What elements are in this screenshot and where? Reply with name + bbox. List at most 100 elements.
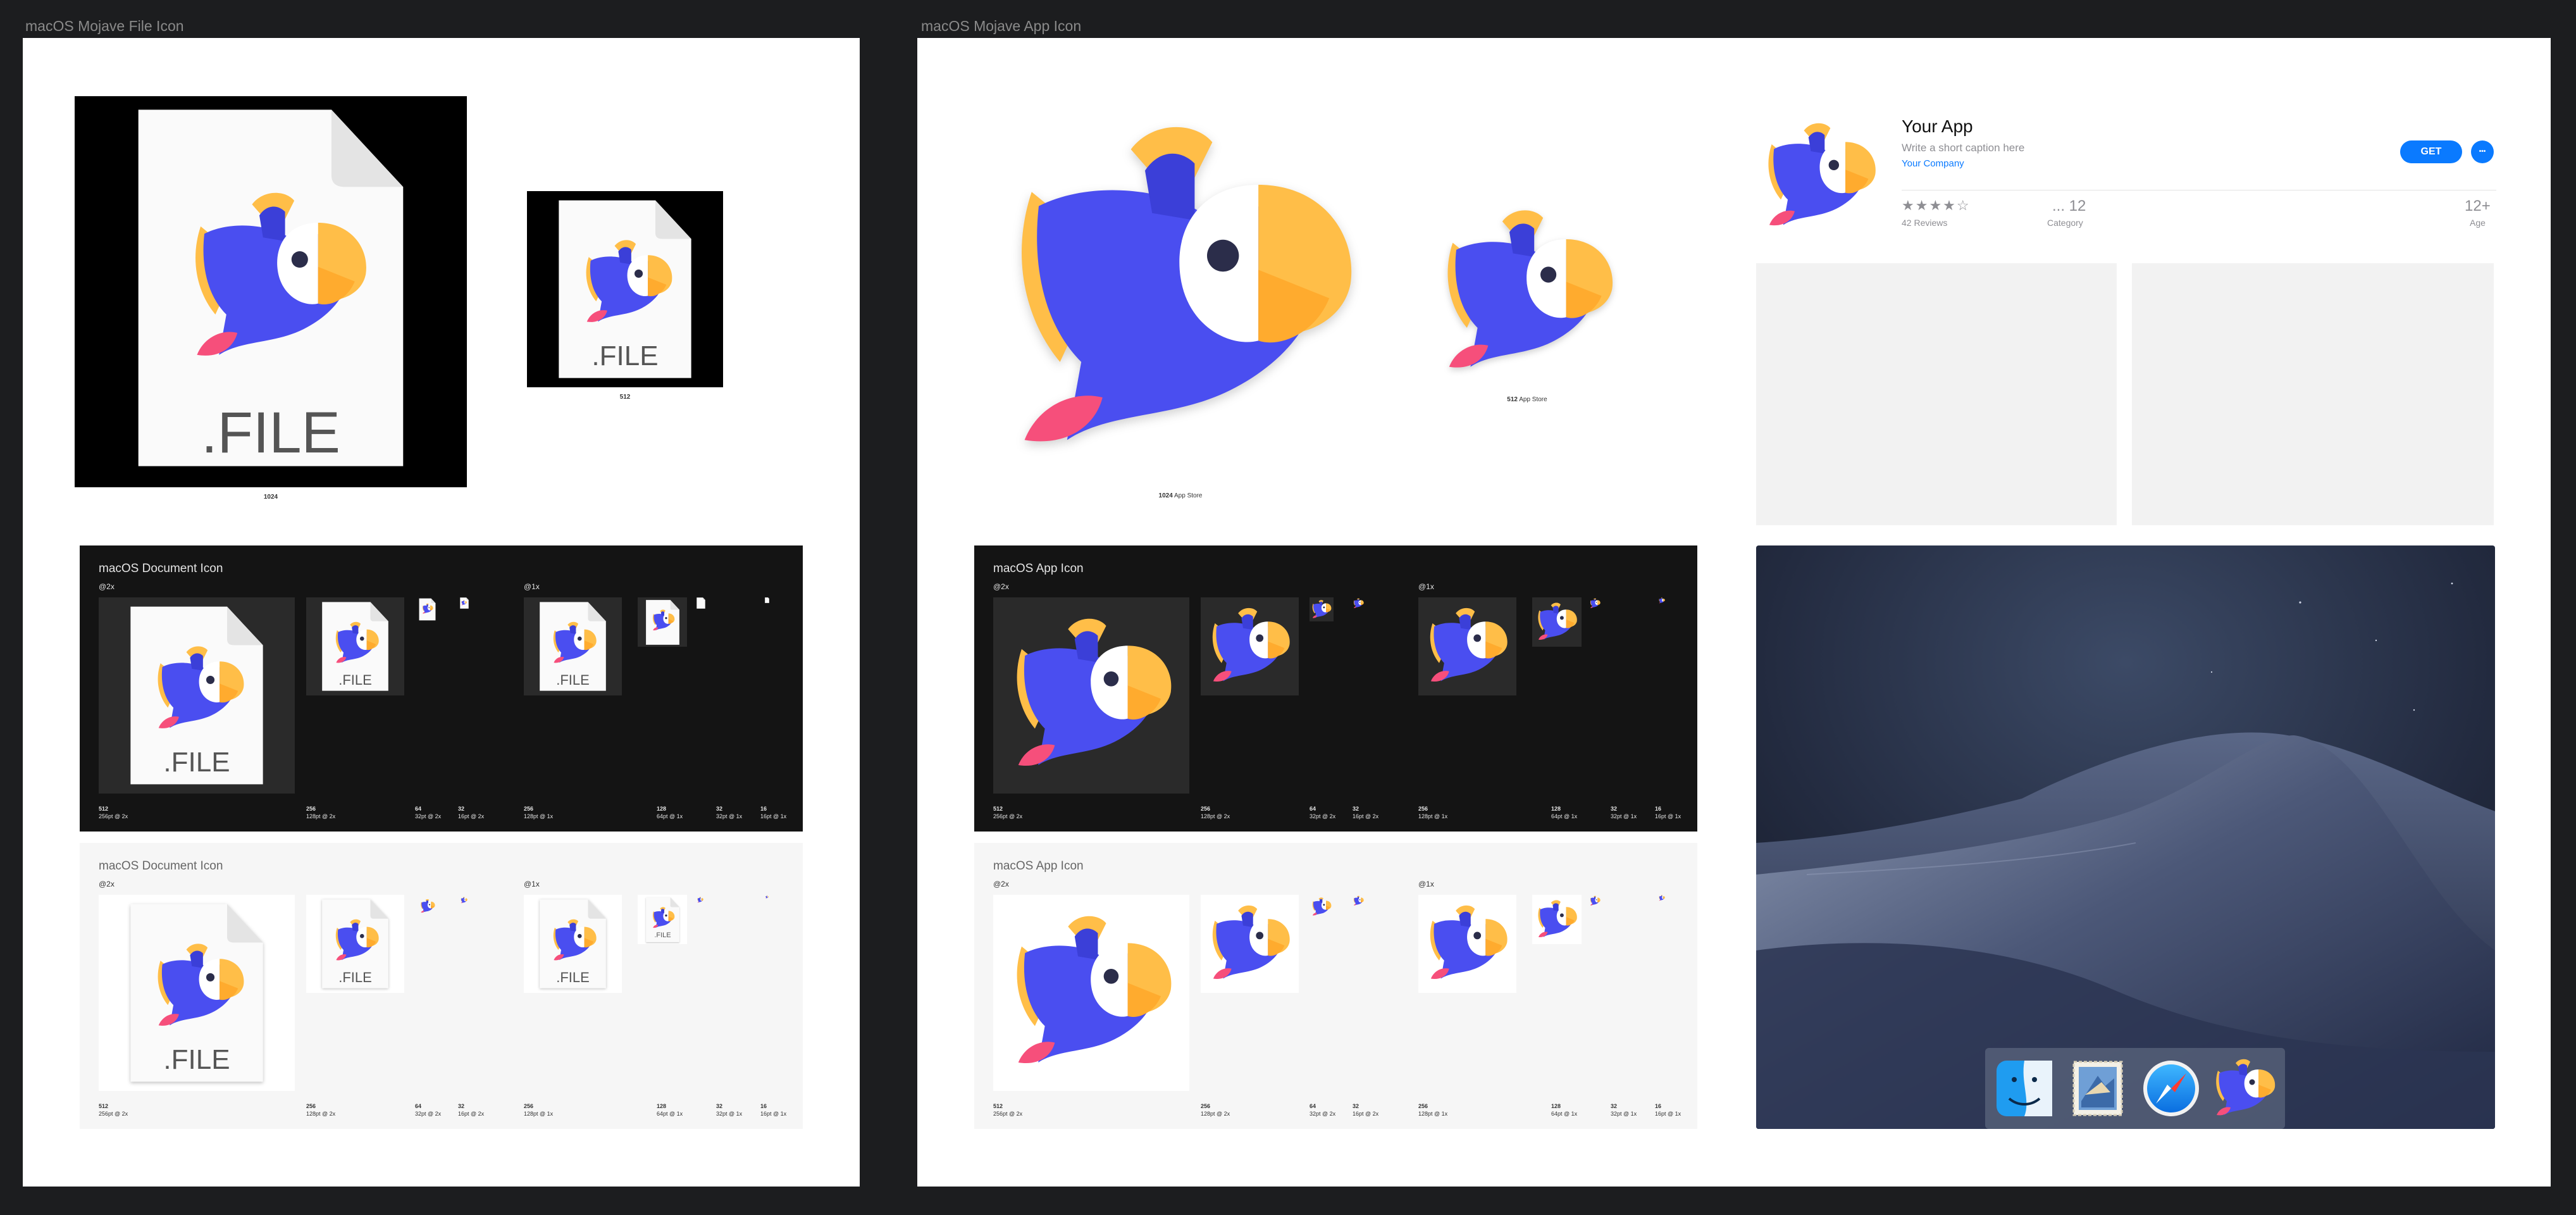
scale-label-2x: @2x [993, 582, 1009, 591]
file-extension-label: .FILE [163, 1044, 230, 1075]
scale-label-2x: @2x [99, 582, 115, 591]
tile-label: 32 32pt @ 1x [1611, 1103, 1637, 1117]
tile-label: 32 16pt @ 2x [458, 1103, 485, 1117]
age-label: Age [2470, 218, 2486, 228]
app-tile-32 [1353, 597, 1365, 609]
app-tile-32-1x [1589, 597, 1601, 609]
doc-tile-256: .FILE [306, 895, 404, 993]
parrot-icon [153, 940, 245, 1033]
parrot-icon [461, 897, 468, 904]
app-tile-32-1x [1589, 895, 1601, 907]
artboard-app-icon: 1024 App Store 512 App Store Your App Wr… [917, 38, 2551, 1187]
parrot-icon [1426, 605, 1509, 688]
parrot-icon [333, 918, 380, 964]
app-store-icon [1762, 119, 1878, 234]
doc-tile-256-1x: .FILE [524, 597, 622, 695]
scale-label-2x: @2x [99, 880, 115, 888]
parrot-icon [1003, 114, 1358, 468]
tile-label: 16 16pt @ 1x [1655, 1103, 1681, 1117]
scale-label-1x: @1x [1418, 880, 1434, 888]
screenshot-placeholder-2 [2132, 263, 2494, 525]
tile-label: 64 32pt @ 2x [415, 806, 442, 819]
scale-label-1x: @1x [1418, 582, 1434, 591]
mail-stamp-icon[interactable] [2066, 1057, 2129, 1120]
get-button[interactable]: GET [2400, 140, 2462, 163]
parrot-icon [333, 620, 380, 666]
file-extension-label: .FILE [654, 932, 671, 939]
doc-tile-512: .FILE [99, 895, 295, 1091]
tile-label: 32 16pt @ 2x [1353, 1103, 1379, 1117]
app-tile-256-1x [1418, 597, 1516, 695]
screenshot-placeholder-1 [1756, 263, 2117, 525]
app-tile-64 [1310, 597, 1334, 621]
parrot-icon [765, 895, 769, 899]
age-value: 12+ [2465, 197, 2491, 215]
doc-tile-256-1x: .FILE [524, 895, 622, 993]
parrot-icon [1536, 899, 1578, 940]
tile-label: 32 32pt @ 1x [716, 1103, 743, 1117]
doc-tile-32 [458, 895, 470, 907]
tile-label: 256 128pt @ 2x [1201, 806, 1230, 819]
doc-tile-512: .FILE [99, 597, 295, 794]
panel-title: macOS Document Icon [99, 859, 223, 873]
parrot-app-icon[interactable] [2213, 1057, 2276, 1120]
parrot-icon [551, 620, 597, 666]
tile-label: 256 128pt @ 1x [524, 806, 554, 819]
doc-tile-128-1x [638, 597, 687, 647]
app-company-link[interactable]: Your Company [1902, 158, 1964, 169]
app-tile-16-1x [1659, 895, 1665, 901]
doc-tile-64 [415, 895, 439, 919]
tile-label: 64 32pt @ 2x [1310, 1103, 1336, 1117]
tile-label: 256 128pt @ 2x [306, 806, 336, 819]
file-hero-large-caption: 1024 [263, 494, 278, 501]
file-extension-label: .FILE [201, 401, 340, 465]
app-tile-256 [1201, 895, 1299, 993]
tile-label: 32 32pt @ 1x [1611, 806, 1637, 819]
doc-tile-32 [458, 597, 470, 609]
tile-label: 256 128pt @ 1x [1418, 806, 1448, 819]
parrot-icon [1208, 902, 1291, 985]
doc-tile-128-1x: .FILE [638, 895, 687, 944]
parrot-icon [1590, 598, 1601, 609]
parrot-icon [652, 609, 675, 632]
doc-tile-256: .FILE [306, 597, 404, 695]
tile-label: 256 128pt @ 2x [306, 1103, 336, 1117]
file-extension-label: .FILE [338, 969, 372, 985]
file-extension-label: .FILE [163, 747, 230, 778]
more-options-button[interactable]: ••• [2471, 140, 2494, 163]
parrot-icon [1659, 895, 1665, 901]
tile-label: 512 256pt @ 2x [993, 806, 1023, 819]
app-icon-panel-light: macOS App Icon @2x @1x 512 256pt @ 2x 256… [974, 843, 1697, 1129]
app-hero-large [1003, 114, 1358, 468]
artboard-file-icon: .FILE 1024 .FILE 512 macOS Document Icon… [23, 38, 860, 1187]
scale-label-1x: @1x [524, 880, 540, 888]
app-tile-256 [1201, 597, 1299, 695]
tile-label: 512 256pt @ 2x [99, 806, 128, 819]
dock [1985, 1048, 2285, 1129]
desktop-preview [1756, 545, 2495, 1129]
tile-label: 128 64pt @ 1x [657, 1103, 683, 1117]
finder-icon[interactable] [1993, 1057, 2056, 1120]
safari-compass-icon[interactable] [2139, 1057, 2203, 1120]
app-caption: Write a short caption here [1902, 142, 2025, 154]
rating-stars: ★★★★☆ [1902, 197, 1971, 213]
artboard-label-file-icon: macOS Mojave File Icon [25, 18, 184, 34]
app-hero-large-caption: 1024 App Store [1158, 492, 1203, 499]
parrot-icon [1311, 897, 1332, 917]
app-tile-16-1x [1659, 597, 1665, 604]
parrot-icon [1590, 895, 1601, 906]
rating-reviews: 42 Reviews [1902, 218, 1948, 228]
tile-label: 128 64pt @ 1x [1551, 806, 1578, 819]
tile-label: 512 256pt @ 2x [99, 1103, 128, 1117]
parrot-icon [420, 899, 435, 914]
tile-label: 16 16pt @ 1x [1655, 806, 1681, 819]
parrot-icon [1311, 599, 1332, 620]
app-tile-512 [993, 895, 1189, 1091]
app-tile-128-1x [1532, 895, 1582, 944]
doc-tile-64 [415, 597, 439, 621]
category-label: Category [2047, 218, 2083, 228]
parrot-icon [422, 603, 433, 614]
parrot-icon [697, 897, 703, 903]
document-page-icon [697, 597, 705, 609]
parrot-icon [153, 643, 245, 735]
